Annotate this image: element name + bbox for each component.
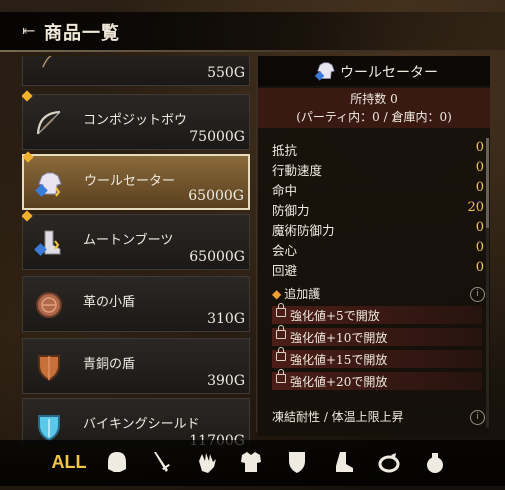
additional-protection-label: ◆ 追加護	[272, 287, 321, 301]
category-weapon-tab[interactable]	[146, 448, 176, 476]
stat-row: 魔術防御力 0	[272, 220, 484, 238]
page-title: 商品一覧	[44, 23, 120, 44]
bronze-shield-icon	[38, 355, 60, 382]
weapon-icon	[154, 452, 170, 472]
stat-row: 会心 0	[272, 240, 484, 258]
list-item[interactable]: コンポジットボウ 75000G	[22, 90, 250, 150]
unlock-slot: 強化値+10で開放	[272, 325, 482, 346]
item-price: 550G	[207, 65, 245, 81]
info-icon[interactable]: i	[470, 410, 485, 425]
detail-item-name: ウールセーター	[340, 65, 438, 81]
header-bar: ⇤ 商品一覧	[0, 12, 505, 50]
sweater-icon	[35, 172, 62, 197]
category-armor-tab[interactable]	[236, 448, 266, 476]
lock-icon	[276, 369, 286, 383]
category-head-tab[interactable]	[102, 448, 132, 476]
new-badge-icon	[22, 151, 34, 163]
ring-icon	[378, 453, 400, 473]
item-price: 75000G	[189, 129, 245, 145]
stats-list: 抵抗 0 行動速度 0 命中 0 防御力 20 魔術防御力 0 会心 0 回避 0	[272, 140, 488, 280]
category-bar: ALL	[0, 440, 505, 486]
category-item-tab[interactable]	[420, 448, 450, 476]
resistance-text: 凍結耐性 / 体温上限上昇	[272, 410, 404, 424]
item-name: バイキングシールド	[83, 417, 200, 432]
item-detail-panel: ウールセーター 所持数 0 (パーティ内：0 / 倉庫内：0) 抵抗 0 行動速度…	[258, 56, 490, 436]
lock-icon	[276, 303, 286, 317]
sweater-icon	[314, 62, 335, 81]
item-name: ウールセーター	[84, 174, 176, 189]
category-boot-tab[interactable]	[328, 448, 358, 476]
bow-icon	[42, 56, 52, 68]
owned-count-box: 所持数 0 (パーティ内：0 / 倉庫内：0)	[258, 88, 490, 128]
item-price: 65000G	[188, 188, 244, 204]
new-badge-icon	[22, 210, 33, 222]
header-divider	[0, 50, 505, 52]
list-item[interactable]: 革の小盾 310G	[22, 276, 250, 332]
unlock-slot: 強化値+5で開放	[272, 303, 482, 324]
item-price: 390G	[207, 373, 245, 389]
boots-icon	[34, 230, 61, 256]
stat-row: 抵抗 0	[272, 140, 484, 158]
stat-row: 防御力 20	[272, 200, 484, 218]
shield-icon	[289, 452, 305, 473]
category-shield-tab[interactable]	[282, 448, 312, 476]
head-icon	[108, 452, 126, 472]
new-badge-icon	[22, 90, 33, 102]
category-hand-tab[interactable]	[192, 448, 222, 476]
bow-icon	[36, 110, 61, 135]
back-arrow-icon[interactable]: ⇤	[22, 21, 35, 40]
unlock-slot: 強化値+20で開放	[272, 369, 482, 390]
stat-row: 回避 0	[272, 260, 484, 278]
item-name: ムートンブーツ	[83, 233, 174, 248]
boot-icon	[336, 452, 353, 472]
item-price: 65000G	[189, 249, 245, 265]
item-name: コンポジットボウ	[83, 113, 188, 128]
owned-breakdown: (パーティ内：0 / 倉庫内：0)	[296, 110, 452, 124]
detail-header: ウールセーター	[258, 56, 490, 86]
round-shield-icon	[36, 292, 62, 318]
item-list[interactable]: 550G コンポジットボウ 75000G ウールセーター 65000G ムートン…	[22, 56, 250, 446]
list-item[interactable]: ムートンブーツ 65000G	[22, 210, 250, 270]
category-ring-tab[interactable]	[374, 448, 404, 476]
lock-icon	[276, 347, 286, 361]
item-name: 青銅の盾	[83, 357, 136, 372]
viking-shield-icon	[38, 415, 60, 442]
unlock-slot: 強化値+15で開放	[272, 347, 482, 368]
lock-icon	[276, 325, 286, 339]
owned-count: 所持数 0	[350, 92, 398, 106]
armor-icon	[241, 452, 261, 472]
list-item[interactable]: 青銅の盾 390G	[22, 338, 250, 394]
hand-icon	[199, 453, 216, 473]
list-item[interactable]: 550G	[22, 56, 250, 86]
item-name: 革の小盾	[83, 295, 136, 310]
info-icon[interactable]: i	[470, 287, 485, 302]
list-item[interactable]: バイキングシールド 11700G	[22, 398, 250, 446]
stat-row: 命中 0	[272, 180, 484, 198]
item-price: 310G	[207, 311, 245, 327]
category-all-tab[interactable]: ALL	[52, 448, 87, 476]
panel-divider	[256, 60, 257, 432]
stat-row: 行動速度 0	[272, 160, 484, 178]
item-bag-icon	[427, 453, 443, 473]
list-item-selected[interactable]: ウールセーター 65000G	[22, 151, 250, 210]
